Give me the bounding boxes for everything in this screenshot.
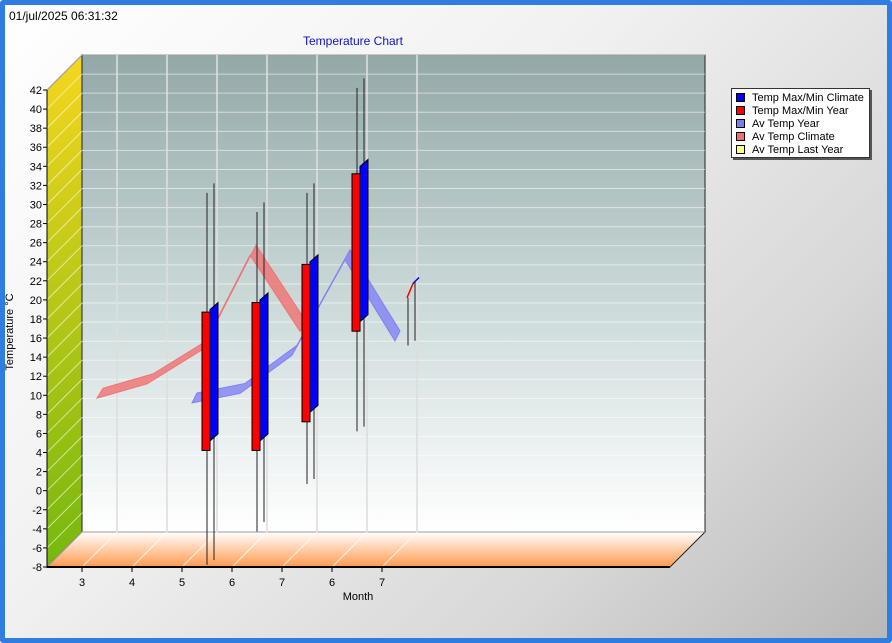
y-tick-label: 40 xyxy=(30,104,42,116)
x-axis-label: Month xyxy=(343,591,374,603)
floor xyxy=(45,531,707,568)
x-tick-label: 4 xyxy=(129,577,135,589)
legend-swatch xyxy=(736,93,745,102)
x-tick-label: 3 xyxy=(79,577,85,589)
y-tick-label: 20 xyxy=(30,295,42,307)
legend-item: Av Temp Last Year xyxy=(736,143,865,156)
chart-title: Temperature Chart xyxy=(303,34,404,48)
y-tick-label: 10 xyxy=(30,390,42,402)
box-temp-climate xyxy=(209,301,219,443)
legend-label: Temp Max/Min Climate xyxy=(752,91,864,104)
x-tick-label: 6 xyxy=(229,577,235,589)
x-tick-label: 7 xyxy=(279,577,285,589)
legend-swatch xyxy=(736,119,745,128)
box-temp-year xyxy=(351,173,361,332)
y-tick-label: 16 xyxy=(30,333,42,345)
y-tick-label: 2 xyxy=(36,467,42,479)
legend-label: Av Temp Climate xyxy=(752,130,835,143)
back-wall xyxy=(81,54,706,533)
y-tick-label: 22 xyxy=(30,276,42,288)
y-tick-label: 30 xyxy=(30,199,42,211)
x-tick-label: 6 xyxy=(329,577,335,589)
y-tick-label: 6 xyxy=(36,428,42,440)
y-tick-label: -8 xyxy=(32,562,42,574)
legend: Temp Max/Min Climate Temp Max/Min Year Av … xyxy=(731,88,870,158)
y-tick-label: 12 xyxy=(30,371,42,383)
legend-label: Av Temp Last Year xyxy=(752,143,844,156)
left-wall xyxy=(46,53,83,569)
box-temp-climate xyxy=(259,291,269,443)
box-temp-climate xyxy=(309,253,319,414)
legend-item: Av Temp Climate xyxy=(736,130,865,143)
y-tick-label: -6 xyxy=(32,543,42,555)
legend-item: Temp Max/Min Climate xyxy=(736,91,865,104)
y-tick-label: 24 xyxy=(30,257,42,269)
y-tick-label: 32 xyxy=(30,180,42,192)
legend-swatch xyxy=(736,132,745,141)
legend-label: Temp Max/Min Year xyxy=(752,104,849,117)
legend-swatch xyxy=(736,106,745,115)
box-temp-year xyxy=(251,302,261,451)
box-temp-year xyxy=(301,263,311,423)
y-tick-label: 8 xyxy=(36,409,42,421)
y-tick-label: 26 xyxy=(30,238,42,250)
y-tick-label: 4 xyxy=(36,448,42,460)
box-temp-year xyxy=(201,311,211,451)
y-tick-label: 18 xyxy=(30,314,42,326)
legend-item: Temp Max/Min Year xyxy=(736,104,865,117)
box-temp-climate xyxy=(359,158,369,323)
y-tick-label: 0 xyxy=(36,486,42,498)
y-axis-label: Temperature °C xyxy=(4,293,16,370)
y-tick-label: 14 xyxy=(30,352,42,364)
y-tick-label: 36 xyxy=(30,142,42,154)
legend-label: Av Temp Year xyxy=(752,117,820,130)
x-tick-label: 5 xyxy=(179,577,185,589)
y-tick-label: -4 xyxy=(32,524,42,536)
y-tick-label: 28 xyxy=(30,219,42,231)
y-tick-label: 38 xyxy=(30,123,42,135)
legend-swatch xyxy=(736,145,745,154)
legend-item: Av Temp Year xyxy=(736,117,865,130)
y-tick-label: 42 xyxy=(30,85,42,97)
y-tick-label: -2 xyxy=(32,505,42,517)
x-tick-label: 7 xyxy=(379,577,385,589)
y-tick-label: 34 xyxy=(30,161,42,173)
